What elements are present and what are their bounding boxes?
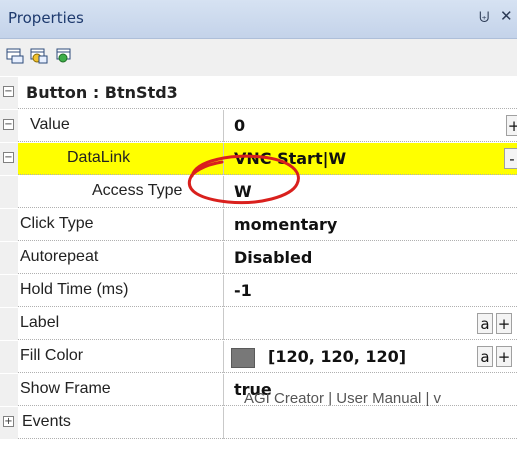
annotation-ellipse	[187, 154, 300, 205]
properties-panel: Properties ⨄ ✕ − Button : BtnStd3 − Valu…	[0, 0, 517, 459]
